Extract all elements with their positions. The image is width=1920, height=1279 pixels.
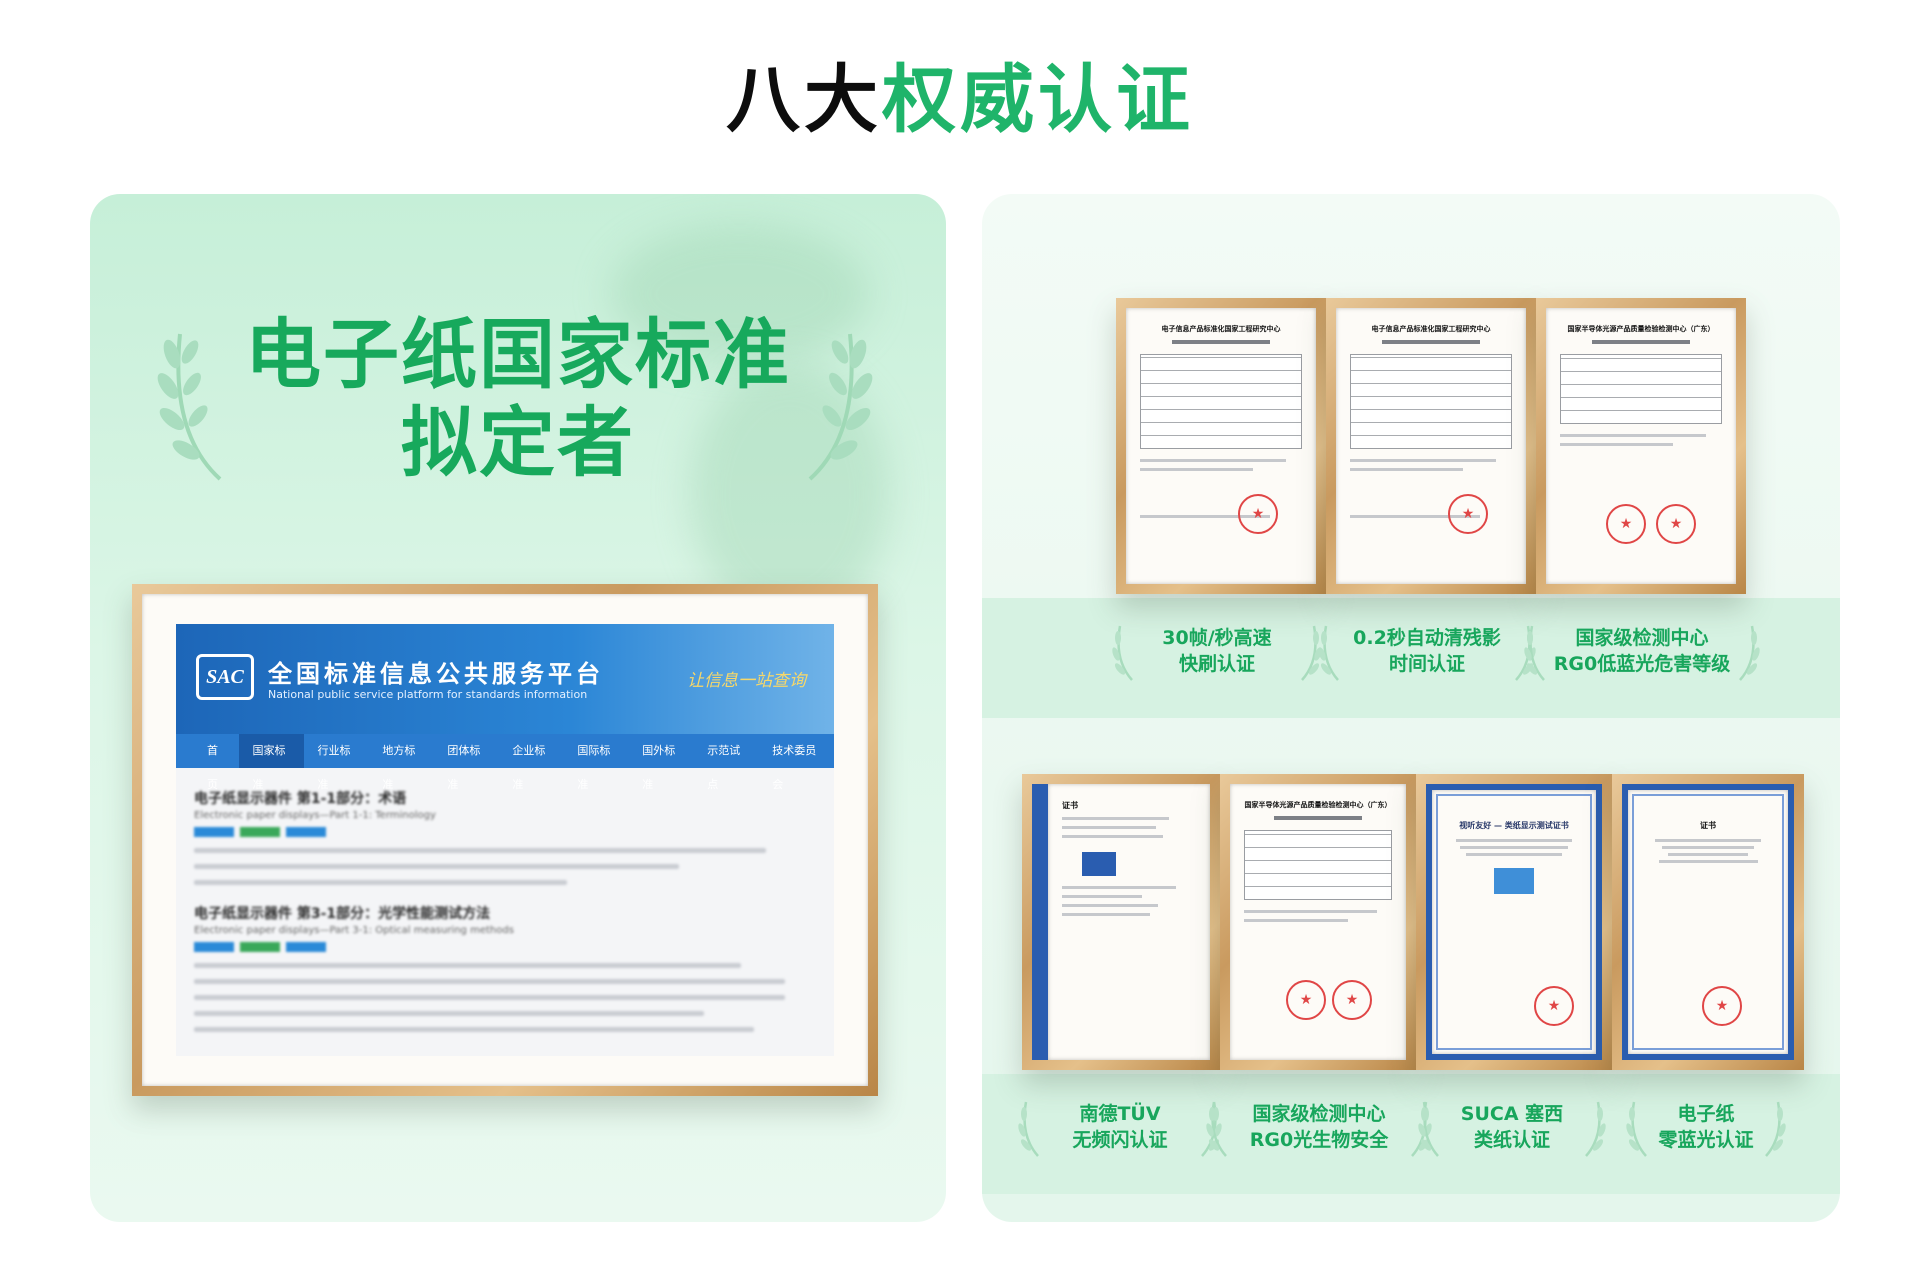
certificate-6: 视听友好 — 类纸显示测试证书 ★ bbox=[1416, 774, 1612, 1070]
cert-label-6: SUCA 塞西 类纸认证 bbox=[1412, 1094, 1612, 1164]
seal-icon: ★ bbox=[1448, 494, 1488, 534]
sac-nav-item: 示范试点 bbox=[707, 744, 741, 791]
cert-label-line2: 类纸认证 bbox=[1473, 1129, 1550, 1151]
standard-title-en: Electronic paper displays—Part 3-1: Opti… bbox=[194, 925, 514, 936]
cert-label-line1: 国家级检测中心 bbox=[1575, 627, 1709, 649]
cert-title: 视听友好 — 类纸显示测试证书 bbox=[1459, 821, 1569, 830]
seal-icon: ★ bbox=[1606, 504, 1646, 544]
cert-label-line1: 国家级检测中心 bbox=[1252, 1103, 1386, 1125]
sac-website: SAC 全国标准信息公共服务平台 National public service… bbox=[176, 624, 834, 1056]
sac-nav-item: 行业标准 bbox=[317, 744, 351, 791]
title-part-green: 权威认证 bbox=[882, 57, 1194, 143]
sac-nav-item: 技术委员会 bbox=[772, 744, 817, 791]
cert-title: 国家半导体光源产品质量检验检测中心（广东） bbox=[1567, 325, 1715, 333]
standard-title: 电子纸显示器件 第3-1部分：光学性能测试方法 bbox=[194, 906, 491, 922]
seal-icon: ★ bbox=[1656, 504, 1696, 544]
headline-line1: 电子纸国家标准 bbox=[245, 310, 791, 399]
seal-icon: ★ bbox=[1286, 980, 1326, 1020]
sac-nav-item: 国外标准 bbox=[642, 744, 676, 791]
cert-title: 证书 bbox=[1700, 821, 1716, 830]
sac-nav-item: 企业标准 bbox=[512, 744, 546, 791]
cert-label-line2: 无频闪认证 bbox=[1072, 1129, 1168, 1151]
sac-nav-item: 首页 bbox=[207, 744, 218, 791]
certificate-2: 电子信息产品标准化国家工程研究中心 ★ bbox=[1326, 298, 1536, 594]
sac-nav-item: 地方标准 bbox=[382, 744, 416, 791]
cert-label-line1: 电子纸 bbox=[1677, 1103, 1735, 1125]
title-part-black: 八大 bbox=[726, 57, 882, 143]
certificate-1: 电子信息产品标准化国家工程研究中心 ★ bbox=[1116, 298, 1326, 594]
cert-label-1: 30帧/秒高速 快刷认证 bbox=[1102, 618, 1332, 688]
certificate-3: 国家半导体光源产品质量检验检测中心（广东） ★ ★ bbox=[1536, 298, 1746, 594]
sac-logo: SAC bbox=[196, 654, 254, 700]
cert-label-3: 国家级检测中心 RG0低蓝光危害等级 bbox=[1522, 618, 1762, 688]
standard-title: 电子纸显示器件 第1-1部分：术语 bbox=[194, 791, 407, 807]
cert-label-line1: 30帧/秒高速 bbox=[1162, 627, 1272, 649]
certificate-5: 国家半导体光源产品质量检验检测中心（广东） ★ ★ bbox=[1220, 774, 1416, 1070]
cert-title: 电子信息产品标准化国家工程研究中心 bbox=[1371, 325, 1491, 333]
sac-slogan: 让信息一站查询 bbox=[687, 671, 806, 691]
standard-title-en: Electronic paper displays—Part 1-1: Term… bbox=[194, 810, 436, 821]
cert-title: 电子信息产品标准化国家工程研究中心 bbox=[1161, 325, 1281, 333]
seal-icon: ★ bbox=[1332, 980, 1372, 1020]
cert-label-7: 电子纸 零蓝光认证 bbox=[1608, 1094, 1804, 1164]
standard-panel: 电子纸国家标准 拟定者 SAC 全国标准信息公共服务平台 National pu… bbox=[90, 194, 946, 1222]
paper-display-logo-icon bbox=[1494, 868, 1534, 894]
cert-label-line2: 零蓝光认证 bbox=[1658, 1129, 1754, 1151]
seal-icon: ★ bbox=[1534, 986, 1574, 1026]
seal-icon: ★ bbox=[1702, 986, 1742, 1026]
sac-site-subtitle: National public service platform for sta… bbox=[268, 688, 588, 701]
sac-site-title: 全国标准信息公共服务平台 bbox=[268, 660, 604, 688]
seal-icon: ★ bbox=[1238, 494, 1278, 534]
cert-label-line2: RG0光生物安全 bbox=[1249, 1129, 1389, 1151]
cert-label-line2: 快刷认证 bbox=[1178, 653, 1255, 675]
tuv-logo-icon bbox=[1082, 852, 1116, 876]
certificates-panel: 电子信息产品标准化国家工程研究中心 ★ 电子信息产品标准化国家工程研究中心 ★ … bbox=[982, 194, 1840, 1222]
standard-tags bbox=[194, 942, 816, 952]
cert-label-line2: 时间认证 bbox=[1388, 653, 1465, 675]
headline-line2: 拟定者 bbox=[401, 398, 635, 487]
cert-label-line1: 南德TÜV bbox=[1079, 1103, 1161, 1125]
cert-label-2: 0.2秒自动清残影 时间认证 bbox=[1312, 618, 1542, 688]
cert-label-line1: SUCA 塞西 bbox=[1460, 1103, 1564, 1125]
standard-tags bbox=[194, 827, 816, 837]
cert-title: 国家半导体光源产品质量检验检测中心（广东） bbox=[1244, 801, 1392, 809]
sac-nav: 首页 国家标准 行业标准 地方标准 团体标准 企业标准 国际标准 国外标准 示范… bbox=[176, 734, 834, 791]
cert-label-5: 国家级检测中心 RG0光生物安全 bbox=[1204, 1094, 1434, 1164]
framed-website-screenshot: SAC 全国标准信息公共服务平台 National public service… bbox=[132, 584, 878, 1096]
sac-nav-item: 团体标准 bbox=[447, 744, 481, 791]
certificate-4: 证书 bbox=[1022, 774, 1220, 1070]
page-title: 八大权威认证 bbox=[0, 52, 1920, 148]
sac-nav-item: 国际标准 bbox=[577, 744, 611, 791]
cert-label-line1: 0.2秒自动清残影 bbox=[1353, 627, 1501, 649]
cert-title: 证书 bbox=[1062, 801, 1078, 810]
sac-header: SAC 全国标准信息公共服务平台 National public service… bbox=[176, 624, 834, 734]
sac-body: 电子纸显示器件 第1-1部分：术语 Electronic paper displ… bbox=[194, 784, 816, 1056]
cert-label-line2: RG0低蓝光危害等级 bbox=[1553, 653, 1731, 675]
sac-nav-item: 国家标准 bbox=[239, 734, 305, 791]
certificate-7: 证书 ★ bbox=[1612, 774, 1804, 1070]
cert-label-4: 南德TÜV 无频闪认证 bbox=[1010, 1094, 1230, 1164]
